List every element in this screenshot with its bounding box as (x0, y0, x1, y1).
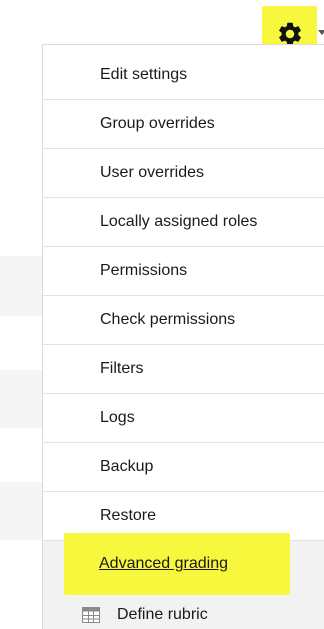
define-rubric-label: Define rubric (117, 605, 208, 623)
menu-item-label: Check permissions (100, 311, 236, 328)
menu-item-label: Edit settings (100, 66, 188, 83)
advanced-grading-link[interactable]: Advanced grading (99, 555, 228, 573)
menu-item-locally-assigned-roles[interactable]: Locally assigned roles (43, 198, 324, 247)
table-icon (82, 606, 100, 623)
menu-item-label: User overrides (100, 164, 205, 181)
menu-item-filters[interactable]: Filters (43, 345, 324, 394)
background-row (0, 256, 42, 316)
menu-item-check-permissions[interactable]: Check permissions (43, 296, 324, 345)
background-row (0, 370, 42, 428)
menu-item-edit-settings[interactable]: Edit settings (43, 51, 324, 100)
menu-item-define-rubric[interactable]: Define rubric (82, 600, 208, 629)
menu-item-label: Logs (100, 409, 135, 426)
menu-item-backup[interactable]: Backup (43, 443, 324, 492)
menu-item-group-overrides[interactable]: Group overrides (43, 100, 324, 149)
menu-item-label: Locally assigned roles (100, 213, 258, 230)
background-row (0, 482, 42, 540)
menu-item-logs[interactable]: Logs (43, 394, 324, 443)
menu-item-label: Group overrides (100, 115, 215, 132)
menu-item-user-overrides[interactable]: User overrides (43, 149, 324, 198)
caret-down-icon[interactable] (318, 28, 324, 36)
menu-item-label: Filters (100, 360, 144, 377)
menu-item-label: Backup (100, 458, 154, 475)
page: Edit settings Group overrides User overr… (0, 0, 324, 629)
menu-item-permissions[interactable]: Permissions (43, 247, 324, 296)
menu-item-label: Restore (100, 507, 157, 524)
menu-item-label: Permissions (100, 262, 188, 279)
